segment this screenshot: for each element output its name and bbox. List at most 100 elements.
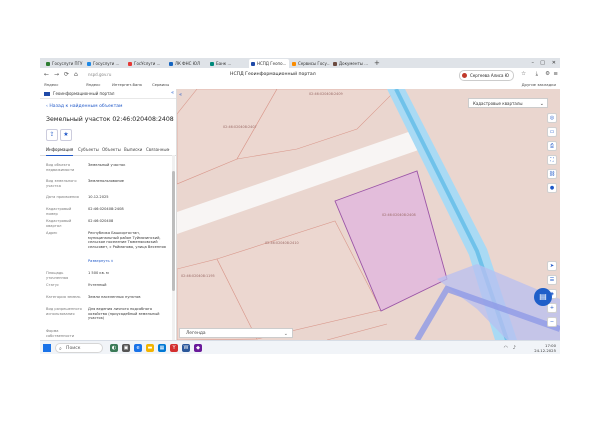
extensions-icon[interactable]: ⚙ xyxy=(545,71,550,78)
store-icon[interactable]: ▦ xyxy=(158,344,166,352)
fullscreen-icon[interactable]: ⛶ xyxy=(547,155,557,165)
taskbar-search[interactable]: ⌕ Поиск xyxy=(55,343,103,353)
zoom-out-icon[interactable]: − xyxy=(547,317,557,327)
parcel-label: 02:46:020408:2410 xyxy=(265,241,299,245)
property-value: 02:46:020408:2408 xyxy=(88,207,124,211)
download-icon[interactable]: ⤓ xyxy=(536,71,538,78)
browser-tab[interactable]: Документы ... xyxy=(331,59,371,68)
browser-tab[interactable]: Госуслуги ... xyxy=(85,59,125,68)
share-icon[interactable]: ▭ xyxy=(547,127,557,137)
home-icon[interactable]: ⌂ xyxy=(74,71,78,78)
volume-icon[interactable]: ♪ xyxy=(513,344,516,352)
property-label: Форма собственности xyxy=(46,329,75,338)
back-icon[interactable]: ← xyxy=(44,71,49,78)
explorer-icon[interactable]: ▬ xyxy=(146,344,154,352)
browser-tab-label: ГосУслуги ... xyxy=(134,61,161,66)
browser-tab[interactable]: Госуслуги ПГУ xyxy=(44,59,84,68)
bookmarks-bar: Яндекс Яндекс Интернет-банк Сервисы Друг… xyxy=(40,81,560,89)
property-value: 10.12.2025 xyxy=(88,195,109,199)
new-tab-button[interactable]: + xyxy=(374,58,380,68)
start-icon[interactable] xyxy=(43,344,51,352)
forward-icon[interactable]: → xyxy=(54,71,59,78)
layers-icon[interactable]: ◎ xyxy=(547,113,557,123)
expand-address-link[interactable]: Развернуть ∨ xyxy=(88,259,168,264)
avatar xyxy=(461,73,467,78)
word-icon[interactable]: W xyxy=(182,344,190,352)
object-info-panel: Геоинформационный портал « ‹ Назад к най… xyxy=(40,89,177,340)
bookmarks-other[interactable]: Другие закладки xyxy=(522,81,556,89)
tab-extracts[interactable]: Выписки xyxy=(124,145,142,155)
property-value: Земли населенных пунктов xyxy=(88,295,141,299)
expand-panel-icon[interactable]: « xyxy=(179,92,182,98)
tab-favicon-icon xyxy=(333,61,337,66)
collapse-panel-icon[interactable]: « xyxy=(171,89,174,98)
tabs-next-icon[interactable]: › xyxy=(168,145,170,155)
ruler-icon[interactable]: ☰ xyxy=(547,275,557,285)
share-icon: ⇪ xyxy=(49,131,55,138)
chat-button[interactable]: ▤ xyxy=(534,288,552,306)
property-list: Вид объекта недвижимости Земельный участо… xyxy=(40,159,172,340)
panel-scrollbar-thumb[interactable] xyxy=(172,171,175,291)
bookmark-item[interactable]: Яндекс xyxy=(44,81,58,89)
bookmark-item[interactable]: Яндекс xyxy=(86,81,100,89)
clock[interactable]: 17:00 24.12.2025 xyxy=(534,343,556,353)
property-value: 1 500 кв. м xyxy=(88,271,109,275)
legend-dropdown[interactable]: Легенда ⌄ xyxy=(179,328,293,338)
yandex-browser-icon[interactable]: Y xyxy=(170,344,178,352)
print-icon[interactable]: ⎙ xyxy=(547,141,557,151)
tab-objects[interactable]: Объекты xyxy=(102,145,121,155)
bookmark-item[interactable]: Сервисы xyxy=(152,81,169,89)
panel-header-title: Геоинформационный портал xyxy=(53,91,115,96)
edge-icon[interactable]: e xyxy=(134,344,142,352)
property-label: Статус xyxy=(46,283,60,287)
close-button[interactable]: ✕ xyxy=(552,58,556,68)
browser-tab[interactable]: ЛК ФНС ЮЛ xyxy=(167,59,207,68)
back-to-results-link[interactable]: ‹ Назад к найденным объектам xyxy=(46,103,123,110)
property-label: Площадь уточненная xyxy=(46,271,69,280)
property-label: Вид земельного участка xyxy=(46,179,77,188)
star-icon[interactable]: ☆ xyxy=(521,71,526,78)
compass-icon[interactable]: ➤ xyxy=(547,261,557,271)
browser-tab-label: Сервисы Госу... xyxy=(298,61,330,66)
bookmark-item[interactable]: Интернет-банк xyxy=(112,81,142,89)
app-icon[interactable]: ◆ xyxy=(194,344,202,352)
widgets-icon[interactable]: ◐ xyxy=(110,344,118,352)
page-title: НСПД Геоинформационный портал xyxy=(230,72,316,77)
tab-subjects[interactable]: Субъекты xyxy=(78,145,99,155)
tab-favicon-icon xyxy=(292,61,296,66)
chevron-down-icon: ⌄ xyxy=(283,331,288,337)
tab-favicon-icon xyxy=(251,61,255,66)
browser-tab[interactable]: Банк ... xyxy=(208,59,248,68)
wifi-icon[interactable]: ◠ xyxy=(504,344,508,352)
browser-tab[interactable]: Сервисы Госу... xyxy=(290,59,330,68)
legend-label: Легенда xyxy=(186,331,206,336)
parcel-label: 02:46:020408:2409 xyxy=(309,92,343,96)
property-label: Категория земель xyxy=(46,295,81,299)
minimize-button[interactable]: – xyxy=(532,58,535,68)
property-label: Вид разрешенного использования xyxy=(46,307,82,316)
layer-select-value: Кадастровые кварталы xyxy=(473,101,523,106)
zoom-in-icon[interactable]: + xyxy=(547,303,557,313)
task-view-icon[interactable]: ▣ xyxy=(122,344,130,352)
tab-information[interactable]: Информация xyxy=(46,145,74,156)
link-icon[interactable]: ⛓ xyxy=(547,169,557,179)
share-object-button[interactable]: ⇪ xyxy=(46,129,58,141)
info-icon[interactable]: ● xyxy=(547,183,557,193)
app-area: Геоинформационный портал « ‹ Назад к най… xyxy=(40,89,560,340)
menu-icon[interactable]: ≡ xyxy=(553,71,558,78)
reload-icon[interactable]: ⟳ xyxy=(64,71,69,78)
tab-favicon-icon xyxy=(87,61,91,66)
layer-select[interactable]: Кадастровые кварталы ⌄ xyxy=(468,98,548,108)
portal-logo-icon xyxy=(44,91,50,96)
property-value: Учтенный xyxy=(88,283,107,287)
maximize-button[interactable]: □ xyxy=(540,58,545,68)
profile-button[interactable]: Сергеева Алиса Ю xyxy=(458,70,514,81)
tab-related[interactable]: Связанные xyxy=(146,145,169,155)
favorite-button[interactable]: ★ xyxy=(60,129,72,141)
panel-tabs: Информация Субъекты Объекты Выписки Связ… xyxy=(40,145,176,156)
map-view[interactable]: 02:46:020408:2407 02:46:020408:2408 02:4… xyxy=(177,89,560,340)
parcel-label: 02:46:020408:2407 xyxy=(223,125,257,129)
url-text[interactable]: nspd.gov.ru xyxy=(88,71,111,78)
browser-tab[interactable]: ГосУслуги ... xyxy=(126,59,166,68)
browser-tab[interactable]: НСПД Геопо... xyxy=(249,59,289,68)
